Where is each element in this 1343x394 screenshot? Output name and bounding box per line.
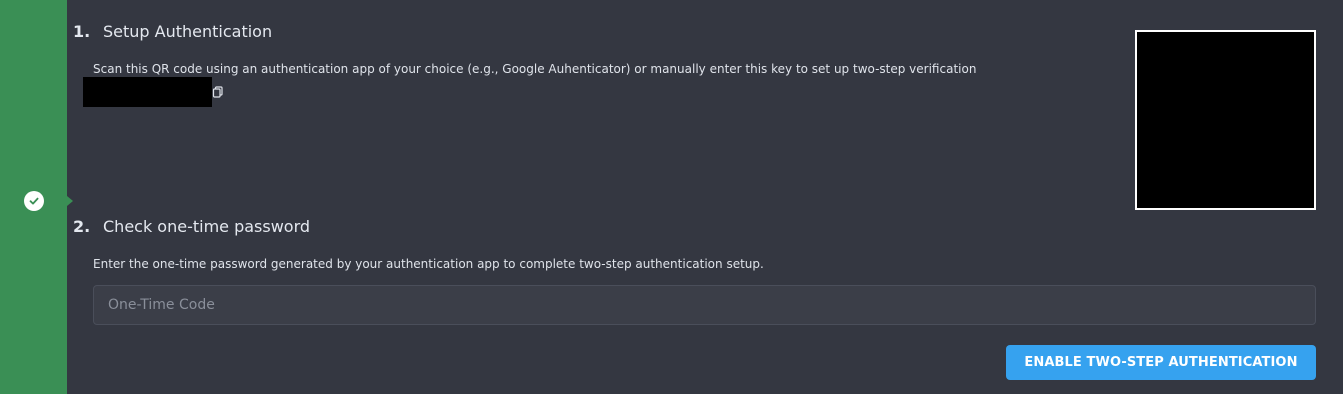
check-circle-icon (24, 191, 44, 211)
step1-number: 1. (73, 22, 91, 41)
qr-code-redacted (1135, 30, 1316, 210)
step1-description: Scan this QR code using an authenticatio… (93, 62, 977, 76)
step1-heading: 1. Setup Authentication (73, 22, 272, 41)
step2-heading: 2. Check one-time password (73, 217, 310, 236)
one-time-code-input[interactable] (93, 285, 1316, 325)
step1-title: Setup Authentication (103, 22, 273, 41)
step2-title: Check one-time password (103, 217, 311, 236)
step-status-bar (0, 0, 67, 394)
status-pointer (67, 196, 73, 206)
secret-key-redacted (83, 77, 212, 107)
step2-description: Enter the one-time password generated by… (93, 257, 764, 271)
two-step-setup-panel: 1. Setup Authentication Scan this QR code… (0, 0, 1343, 394)
enable-two-step-button[interactable]: ENABLE TWO-STEP AUTHENTICATION (1006, 345, 1316, 380)
copy-icon[interactable] (211, 84, 225, 98)
step2-number: 2. (73, 217, 91, 236)
